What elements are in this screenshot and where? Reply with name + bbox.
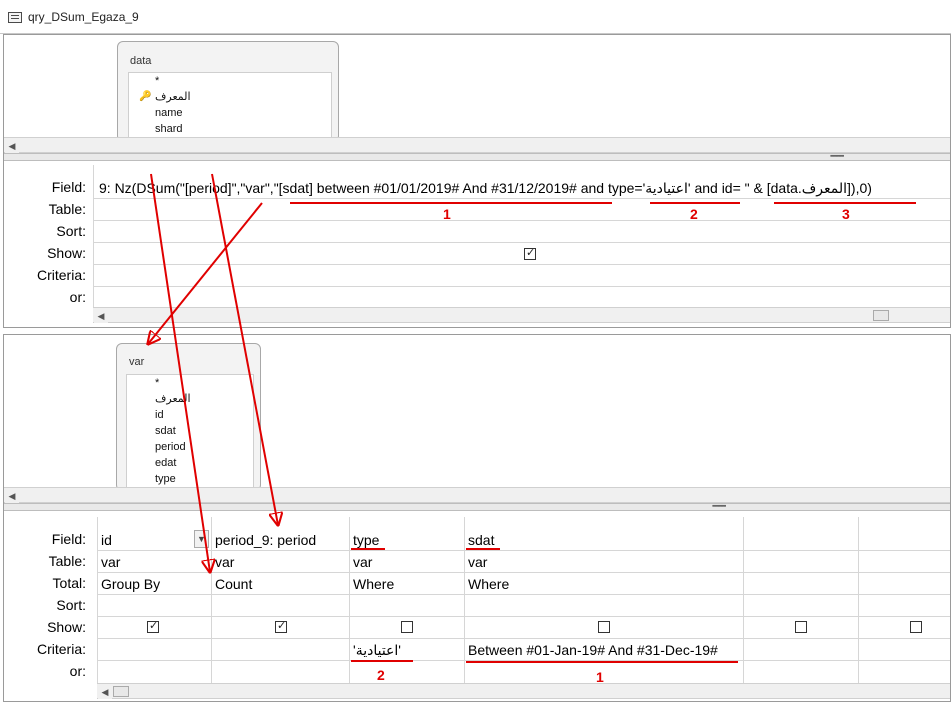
upper-design-grid: Field: Table: Sort: Show: Criteria: or: … bbox=[4, 161, 950, 307]
primary-key-icon: 🔑 bbox=[139, 91, 152, 102]
grid-row-divider bbox=[97, 616, 950, 617]
field-list[interactable]: * المعرف id sdat period edat type bbox=[126, 374, 254, 490]
total-cell[interactable]: Where bbox=[465, 573, 742, 595]
annotation-underline bbox=[290, 202, 612, 204]
field-item[interactable]: edat bbox=[127, 455, 253, 471]
row-label-field: Field: bbox=[51, 531, 86, 547]
table-box-data[interactable]: data * 🔑 المعرف name shard bbox=[117, 41, 339, 142]
table-name: var bbox=[129, 356, 145, 368]
field-item[interactable]: sdat bbox=[127, 423, 253, 439]
row-label-criteria: Criteria: bbox=[36, 267, 86, 283]
scroll-left-icon[interactable]: ◀ bbox=[5, 489, 19, 503]
field-item[interactable]: name bbox=[129, 105, 331, 121]
annotation-number: 1 bbox=[443, 206, 451, 222]
total-cell[interactable]: Group By bbox=[98, 573, 210, 595]
lower-grid-scrollbar[interactable]: ◀ bbox=[97, 683, 950, 699]
annotation-number: 2 bbox=[690, 206, 698, 222]
row-label-show: Show: bbox=[47, 619, 86, 635]
field-item[interactable]: * bbox=[129, 73, 331, 89]
lower-table-pane: var * المعرف id sdat period edat type bbox=[4, 335, 950, 491]
table-box-var[interactable]: var * المعرف id sdat period edat type bbox=[116, 343, 261, 491]
field-item[interactable]: المعرف bbox=[127, 391, 253, 407]
scroll-thumb[interactable] bbox=[113, 686, 129, 697]
table-cell[interactable]: var bbox=[212, 551, 348, 573]
grid-row-divider bbox=[93, 242, 950, 243]
total-cell[interactable]: Where bbox=[350, 573, 463, 595]
table-cell[interactable]: var bbox=[98, 551, 210, 573]
splitter-grip-icon: ▪▪▪▪▪▪▪▪▪ bbox=[712, 503, 726, 510]
field-item[interactable]: id bbox=[127, 407, 253, 423]
show-checkbox[interactable] bbox=[147, 619, 159, 633]
row-label-or: or: bbox=[69, 663, 86, 679]
lower-splitter[interactable]: ▪▪▪▪▪▪▪▪▪ bbox=[4, 503, 950, 511]
grid-row-divider bbox=[93, 220, 950, 221]
field-expression-cell[interactable]: 9: Nz(DSum("[period]","var","[sdat] betw… bbox=[96, 177, 948, 199]
annotation-underline bbox=[466, 661, 738, 663]
row-label-table: Table: bbox=[48, 553, 86, 569]
upper-pane-scrollbar[interactable]: ◀ bbox=[4, 137, 950, 153]
annotation-underline bbox=[351, 660, 413, 662]
row-label-or: or: bbox=[69, 289, 86, 305]
field-item[interactable]: 🔑 المعرف bbox=[129, 89, 331, 105]
show-checkbox[interactable] bbox=[401, 621, 413, 633]
show-checkbox[interactable] bbox=[524, 246, 536, 260]
table-name: data bbox=[130, 55, 152, 67]
show-checkbox[interactable] bbox=[598, 621, 610, 633]
field-item[interactable]: type bbox=[127, 471, 253, 487]
annotation-underline bbox=[351, 548, 385, 550]
upper-splitter[interactable]: ▪▪▪▪▪▪▪▪▪ bbox=[4, 153, 950, 161]
show-checkbox[interactable] bbox=[275, 619, 287, 633]
grid-row-divider bbox=[93, 286, 950, 287]
window-title-bar: qry_DSum_Egaza_9 bbox=[0, 0, 951, 34]
query-icon bbox=[8, 12, 22, 23]
grid-col-divider bbox=[743, 517, 744, 683]
field-item[interactable]: period bbox=[127, 439, 253, 455]
table-cell[interactable]: var bbox=[350, 551, 463, 573]
field-item[interactable]: shard bbox=[129, 121, 331, 137]
field-dropdown-button[interactable]: ▼ bbox=[194, 530, 209, 548]
annotation-underline bbox=[466, 548, 500, 550]
field-list[interactable]: * 🔑 المعرف name shard bbox=[128, 72, 332, 140]
row-label-table: Table: bbox=[48, 201, 86, 217]
annotation-number: 3 bbox=[842, 206, 850, 222]
annotation-number: 2 bbox=[377, 667, 385, 683]
show-checkbox[interactable] bbox=[795, 621, 807, 633]
annotation-underline bbox=[650, 202, 740, 204]
scroll-left-icon[interactable]: ◀ bbox=[94, 309, 108, 323]
total-cell[interactable]: Count bbox=[212, 573, 348, 595]
lower-pane-scrollbar[interactable]: ◀ bbox=[4, 487, 950, 503]
table-cell[interactable]: var bbox=[465, 551, 742, 573]
field-cell[interactable]: id bbox=[98, 529, 188, 551]
scroll-left-icon[interactable]: ◀ bbox=[5, 139, 19, 153]
criteria-cell[interactable]: Between #01-Jan-19# And #31-Dec-19# bbox=[465, 639, 742, 661]
grid-row-divider bbox=[93, 264, 950, 265]
splitter-grip-icon: ▪▪▪▪▪▪▪▪▪ bbox=[830, 153, 844, 160]
row-label-criteria: Criteria: bbox=[36, 641, 86, 657]
upper-grid-scrollbar[interactable]: ◀ bbox=[93, 307, 950, 323]
row-label-show: Show: bbox=[47, 245, 86, 261]
grid-col-divider bbox=[858, 517, 859, 683]
row-label-total: Total: bbox=[52, 575, 86, 591]
criteria-cell[interactable]: 'اعتيادية' bbox=[350, 639, 463, 661]
field-cell[interactable]: period_9: period bbox=[212, 529, 348, 551]
field-item[interactable]: * bbox=[127, 375, 253, 391]
field-cell[interactable]: sdat bbox=[465, 529, 742, 551]
row-label-field: Field: bbox=[51, 179, 86, 195]
show-checkbox[interactable] bbox=[910, 621, 922, 633]
annotation-underline bbox=[774, 202, 916, 204]
scroll-left-icon[interactable]: ◀ bbox=[98, 685, 112, 699]
row-label-sort: Sort: bbox=[56, 597, 86, 613]
row-label-sort: Sort: bbox=[56, 223, 86, 239]
window-title: qry_DSum_Egaza_9 bbox=[28, 10, 139, 24]
upper-table-pane: data * 🔑 المعرف name shard bbox=[4, 35, 950, 142]
scroll-thumb[interactable] bbox=[873, 310, 889, 321]
lower-design-grid: Field: Table: Total: Sort: Show: Criteri… bbox=[4, 511, 950, 685]
